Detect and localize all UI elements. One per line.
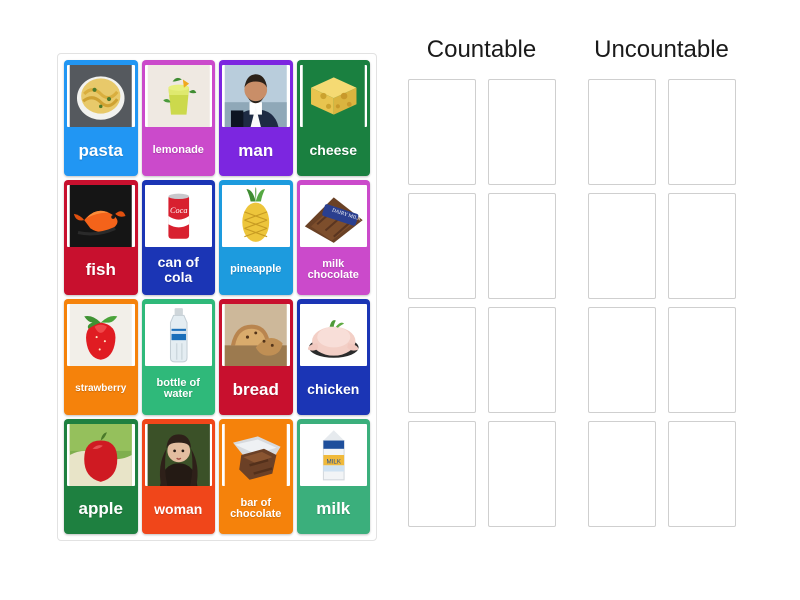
word-card[interactable]: woman (141, 418, 215, 534)
drop-slot[interactable] (487, 79, 556, 185)
drop-slot[interactable] (487, 193, 556, 299)
word-card[interactable]: pasta (64, 60, 138, 176)
word-card-label: apple (78, 499, 123, 519)
column-title-countable: Countable (426, 36, 537, 63)
word-card-label: chicken (307, 381, 360, 398)
word-card-label: man (238, 140, 274, 160)
column-countable: Countable (404, 38, 559, 527)
word-card-label: can of cola (157, 254, 199, 285)
drop-slot[interactable] (587, 79, 656, 185)
word-card-label: woman (154, 500, 203, 517)
cheese-block-icon (299, 65, 367, 127)
word-card[interactable]: bottle of water (141, 299, 215, 415)
word-card-label: lemonade (152, 143, 204, 156)
word-card[interactable]: strawberry (64, 299, 138, 415)
word-card-label: bar of chocolate (230, 496, 282, 520)
drop-slot[interactable] (407, 193, 476, 299)
word-card[interactable]: Coca Cola can of cola (141, 179, 215, 295)
word-card[interactable]: bar of chocolate (219, 418, 293, 534)
word-card-label: milk (316, 499, 351, 519)
bread-loaf-icon (222, 304, 290, 366)
lemonade-glass-icon (144, 65, 212, 127)
drop-slot[interactable] (587, 307, 656, 413)
word-card-label: pineapple (230, 263, 282, 276)
column-title-uncountable: Uncountable (594, 36, 729, 63)
word-card-label: milk chocolate (307, 257, 359, 281)
sorting-activity-page: pasta lemonade man cheese fish Coca Cola can of… (0, 0, 800, 600)
drop-slot[interactable] (587, 421, 656, 527)
water-bottle-icon (144, 304, 212, 366)
word-card-tray: pasta lemonade man cheese fish Coca Cola can of… (57, 53, 377, 541)
word-card[interactable]: pineapple (219, 179, 293, 295)
apple-icon (67, 423, 135, 486)
drop-slot[interactable] (667, 193, 736, 299)
milk-carton-icon: MILK (299, 423, 367, 486)
drop-slot[interactable] (667, 79, 736, 185)
word-card-label: cheese (309, 142, 357, 159)
drop-slot[interactable] (407, 421, 476, 527)
word-card-label: bottle of water (156, 377, 200, 401)
answer-columns: Countable Uncountable (396, 38, 756, 568)
svg-text:Cola: Cola (171, 226, 185, 234)
word-card-label: bread (232, 379, 279, 399)
svg-text:MILK: MILK (326, 458, 341, 465)
word-card[interactable]: DAIRY MILK milk chocolate (296, 179, 370, 295)
word-card[interactable]: chicken (296, 299, 370, 415)
column-uncountable: Uncountable (584, 38, 739, 527)
word-card-grid: pasta lemonade man cheese fish Coca Cola can of… (64, 60, 370, 534)
drop-slot[interactable] (587, 193, 656, 299)
drop-slot[interactable] (407, 79, 476, 185)
word-card[interactable]: lemonade (141, 60, 215, 176)
word-card[interactable]: apple (64, 418, 138, 534)
word-card-label: fish (85, 260, 116, 280)
drop-slot-grid-uncountable (584, 79, 739, 527)
man-portrait-icon (222, 65, 290, 127)
word-card[interactable]: fish (64, 179, 138, 295)
drop-slot-grid-countable (404, 79, 559, 527)
drop-slot[interactable] (667, 421, 736, 527)
drop-slot[interactable] (487, 421, 556, 527)
word-card-label: pasta (78, 140, 123, 160)
word-card[interactable]: MILK milk (296, 418, 370, 534)
woman-portrait-icon (144, 423, 212, 486)
chocolate-bar-icon: DAIRY MILK (299, 184, 367, 247)
pineapple-icon (222, 184, 290, 247)
drop-slot[interactable] (667, 307, 736, 413)
raw-chicken-icon (299, 304, 367, 366)
strawberry-icon (67, 304, 135, 366)
cola-can-icon: Coca Cola (144, 184, 212, 247)
drop-slot[interactable] (487, 307, 556, 413)
svg-text:Coca: Coca (170, 205, 187, 214)
word-card[interactable]: man (219, 60, 293, 176)
word-card[interactable]: cheese (296, 60, 370, 176)
chocolate-bar-foil-icon (222, 423, 290, 486)
word-card-label: strawberry (75, 383, 127, 395)
goldfish-icon (67, 184, 135, 247)
word-card[interactable]: bread (219, 299, 293, 415)
pasta-bowl-icon (67, 65, 135, 127)
drop-slot[interactable] (407, 307, 476, 413)
